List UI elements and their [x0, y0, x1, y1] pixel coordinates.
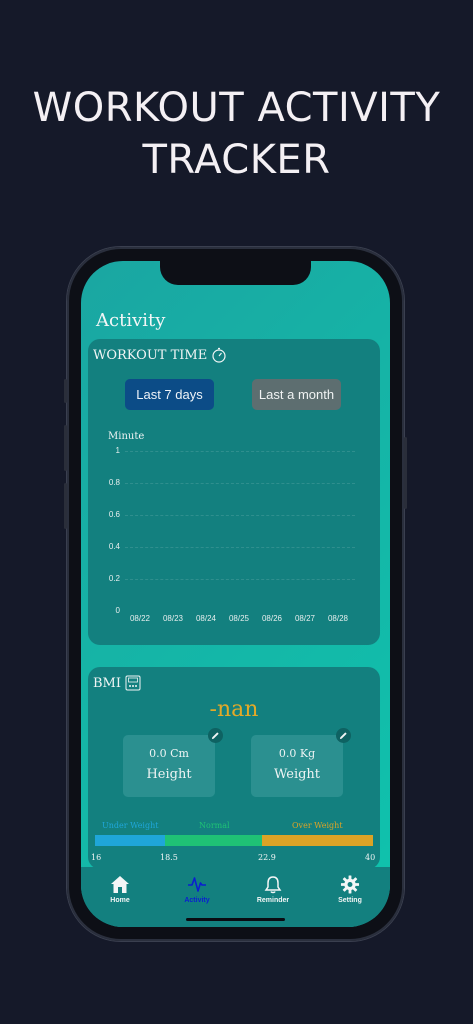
chart-y-tick: 0.8: [108, 478, 120, 487]
chart-y-axis-title: Minute: [108, 431, 145, 442]
notch: [160, 261, 311, 285]
chart-y-tick: 0.2: [108, 574, 120, 583]
underweight-bar: [95, 835, 165, 846]
bmi-card: BMI -nan 0.0 Cm Height 0.0 Kg Weight Und…: [88, 667, 380, 869]
tab-setting-label: Setting: [338, 897, 362, 904]
app-screen: Activity WORKOUT TIME Last 7 days Last a…: [81, 261, 390, 927]
chart-x-tick: 08/26: [261, 614, 283, 623]
chart-y-tick: 1: [115, 446, 120, 455]
last-month-button[interactable]: Last a month: [252, 379, 341, 410]
tab-reminder-label: Reminder: [256, 897, 290, 904]
chart-y-tick: 0.6: [108, 510, 120, 519]
volume-up-button: [64, 425, 67, 471]
height-value: 0.0 Cm: [149, 747, 189, 760]
tab-reminder[interactable]: Reminder: [243, 875, 303, 904]
weight-label: Weight: [273, 767, 321, 782]
home-icon: [111, 876, 129, 893]
workout-time-card: WORKOUT TIME Last 7 days Last a month Mi…: [88, 339, 380, 645]
chart-x-tick: 08/24: [195, 614, 217, 623]
normal-bar: [165, 835, 262, 846]
chart-x-tick: 08/23: [162, 614, 184, 623]
bell-icon: [264, 876, 282, 894]
height-label: Height: [146, 767, 192, 782]
edit-weight-icon[interactable]: [336, 728, 351, 743]
bmi-value: -nan: [209, 697, 259, 722]
chart-x-tick: 08/22: [129, 614, 151, 623]
bottom-tab-bar: Home Activity Reminder Setting: [81, 867, 390, 927]
bmi-range-40: 40: [365, 853, 376, 862]
home-indicator: [186, 918, 285, 921]
chart-gridline: [125, 547, 355, 548]
chart-gridline: [125, 515, 355, 516]
bmi-title: BMI: [93, 675, 121, 691]
headline-line-1: WORKOUT ACTIVITY: [32, 85, 441, 131]
gear-icon: [340, 875, 360, 894]
edit-height-icon[interactable]: [208, 728, 223, 743]
underweight-label: Under Weight: [102, 821, 159, 830]
tab-home-label: Home: [110, 897, 130, 904]
bmi-range-18-5: 18.5: [160, 853, 178, 862]
promo-headline: WORKOUT ACTIVITY TRACKER: [0, 82, 473, 186]
volume-down-button: [64, 483, 67, 529]
chart-y-tick: 0: [115, 606, 120, 615]
tab-home[interactable]: Home: [90, 875, 150, 904]
tab-setting[interactable]: Setting: [320, 875, 380, 904]
silent-switch: [64, 379, 67, 403]
tab-activity[interactable]: Activity: [167, 875, 227, 904]
chart-gridline: [125, 483, 355, 484]
bmi-range-16: 16: [91, 853, 102, 862]
power-button: [404, 437, 407, 509]
weight-value: 0.0 Kg: [278, 747, 316, 760]
normal-label: Normal: [199, 821, 230, 830]
height-tile[interactable]: 0.0 Cm Height: [123, 728, 223, 797]
chart-x-tick: 08/25: [228, 614, 250, 623]
scale-icon: [125, 675, 141, 691]
overweight-label: Over Weight: [292, 821, 343, 830]
page-title: Activity: [96, 310, 166, 331]
chart-gridline: [125, 579, 355, 580]
weight-tile[interactable]: 0.0 Kg Weight: [251, 728, 351, 797]
last-7-days-button[interactable]: Last 7 days: [125, 379, 214, 410]
workout-time-header: WORKOUT TIME: [93, 347, 227, 363]
chart-gridline: [125, 451, 355, 452]
chart-x-tick: 08/27: [294, 614, 316, 623]
activity-icon: [188, 877, 206, 892]
overweight-bar: [262, 835, 373, 846]
chart-y-tick: 0.4: [108, 542, 120, 551]
tab-activity-label: Activity: [184, 897, 210, 904]
stopwatch-icon: [212, 347, 226, 363]
workout-time-title: WORKOUT TIME: [93, 347, 208, 363]
chart-x-tick: 08/28: [327, 614, 349, 623]
bmi-header: BMI: [93, 675, 141, 691]
headline-line-2: TRACKER: [142, 137, 331, 183]
bmi-range-22-9: 22.9: [258, 853, 276, 862]
phone-frame: Activity WORKOUT TIME Last 7 days Last a…: [64, 247, 407, 941]
